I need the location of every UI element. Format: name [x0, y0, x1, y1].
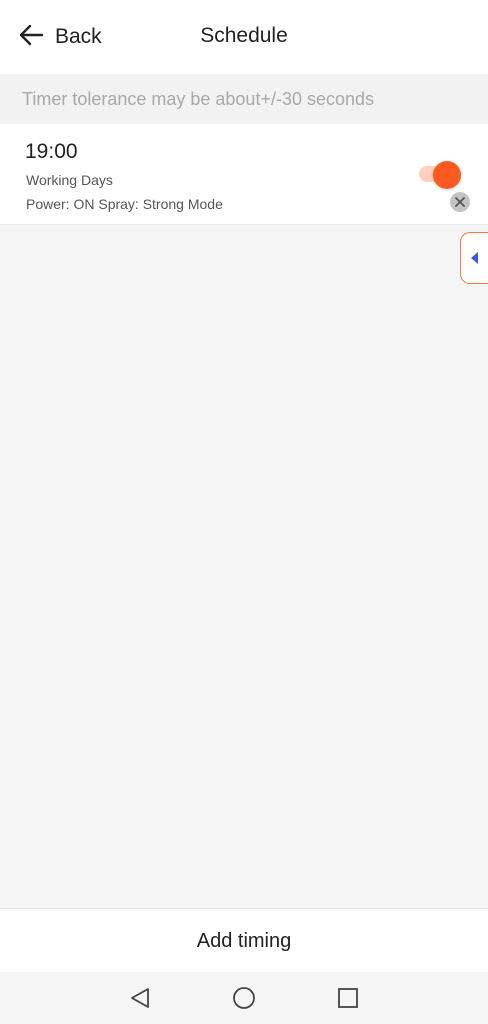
nav-home-button[interactable]	[232, 986, 256, 1010]
schedule-action: Power: ON Spray: Strong Mode	[26, 196, 223, 212]
circle-home-icon	[232, 987, 256, 1014]
nav-back-button[interactable]	[128, 986, 152, 1010]
tolerance-notice-text: Timer tolerance may be about+/-30 second…	[22, 89, 375, 109]
delete-schedule-button[interactable]	[450, 192, 470, 212]
schedule-item[interactable]: 19:00 Working Days Power: ON Spray: Stro…	[0, 124, 488, 225]
toggle-knob	[433, 161, 461, 189]
nav-recents-button[interactable]	[336, 986, 360, 1010]
app-header: Back Schedule	[0, 0, 488, 74]
page-title: Schedule	[200, 24, 288, 47]
schedule-time: 19:00	[25, 140, 78, 163]
square-recents-icon	[336, 988, 360, 1014]
side-drawer-tab[interactable]	[460, 232, 488, 284]
triangle-back-icon	[128, 988, 152, 1014]
footer-bar: Add timing	[0, 908, 488, 973]
tolerance-notice: Timer tolerance may be about+/-30 second…	[0, 74, 488, 124]
system-nav-bar	[0, 972, 488, 1024]
schedule-enable-toggle[interactable]	[417, 161, 461, 189]
add-timing-button[interactable]: Add timing	[0, 909, 488, 973]
schedule-repeat: Working Days	[26, 172, 113, 188]
